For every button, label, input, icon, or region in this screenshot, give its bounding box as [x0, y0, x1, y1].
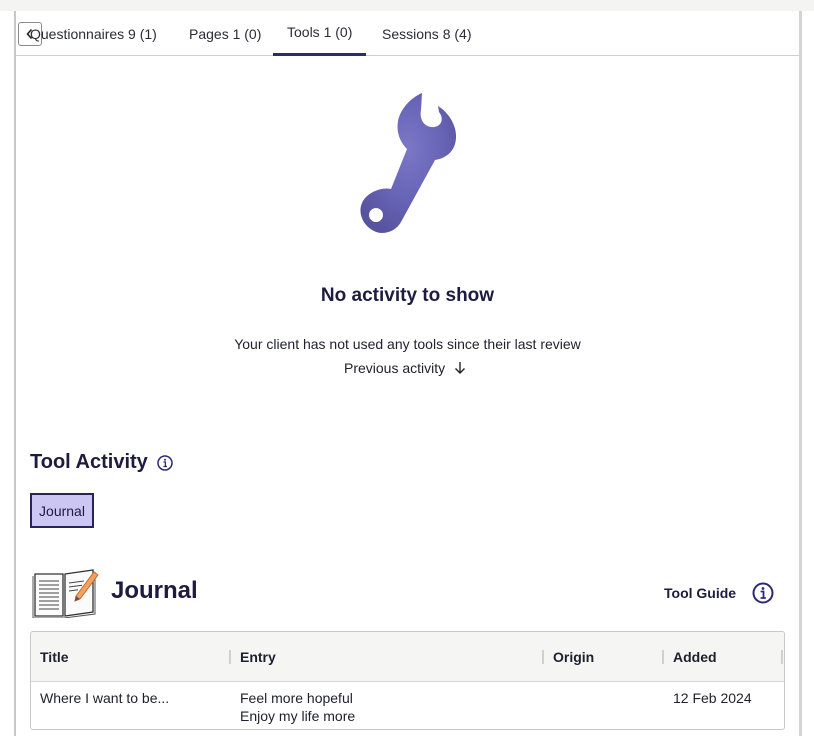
arrow-down-icon [455, 362, 466, 374]
cell-title: Where I want to be... [40, 690, 170, 706]
info-icon[interactable] [752, 582, 774, 604]
tool-activity-heading: Tool Activity [30, 451, 173, 474]
column-divider[interactable] [662, 650, 664, 664]
empty-state-title: No activity to show [320, 285, 495, 306]
tab-pages[interactable]: Pages 1 (0) [175, 11, 275, 56]
wrench-icon [355, 90, 459, 236]
cell-entry-line-2: Enjoy my life more [240, 708, 356, 724]
journal-book-icon [32, 566, 100, 619]
tab-sessions[interactable]: Sessions 8 (4) [368, 11, 485, 56]
column-divider[interactable] [542, 650, 544, 664]
empty-state-description: Your client has not used any tools since… [234, 336, 581, 352]
table-header: Title Entry Origin Added [31, 632, 784, 682]
right-scrollbar[interactable] [799, 11, 802, 736]
cell-added: 12 Feb 2024 [673, 690, 752, 706]
column-divider[interactable] [229, 650, 231, 664]
filter-chip-journal[interactable]: Journal [30, 493, 94, 528]
top-strip [0, 0, 814, 11]
cell-entry-line-1: Feel more hopeful [240, 690, 353, 706]
tool-guide-link[interactable]: Tool Guide [664, 582, 774, 604]
column-header-added[interactable]: Added [673, 632, 717, 682]
previous-activity-label: Previous activity [344, 360, 446, 376]
previous-activity-link[interactable]: Previous activity [344, 358, 466, 378]
column-header-title[interactable]: Title [40, 632, 69, 682]
info-icon[interactable] [157, 454, 173, 471]
column-divider[interactable] [781, 650, 783, 664]
tab-tools[interactable]: Tools 1 (0) [273, 11, 367, 56]
left-divider [14, 11, 16, 736]
column-header-origin[interactable]: Origin [553, 632, 594, 682]
journal-table: Title Entry Origin Added Where I want to… [30, 631, 785, 730]
tool-activity-title: Tool Activity [30, 451, 148, 473]
tab-bar: Questionnaires 9 (1) Pages 1 (0) Tools 1… [16, 11, 799, 56]
tool-guide-label: Tool Guide [664, 585, 737, 601]
column-header-entry[interactable]: Entry [240, 632, 276, 682]
tab-questionnaires[interactable]: Questionnaires 9 (1) [16, 11, 171, 56]
journal-title: Journal [111, 577, 198, 604]
